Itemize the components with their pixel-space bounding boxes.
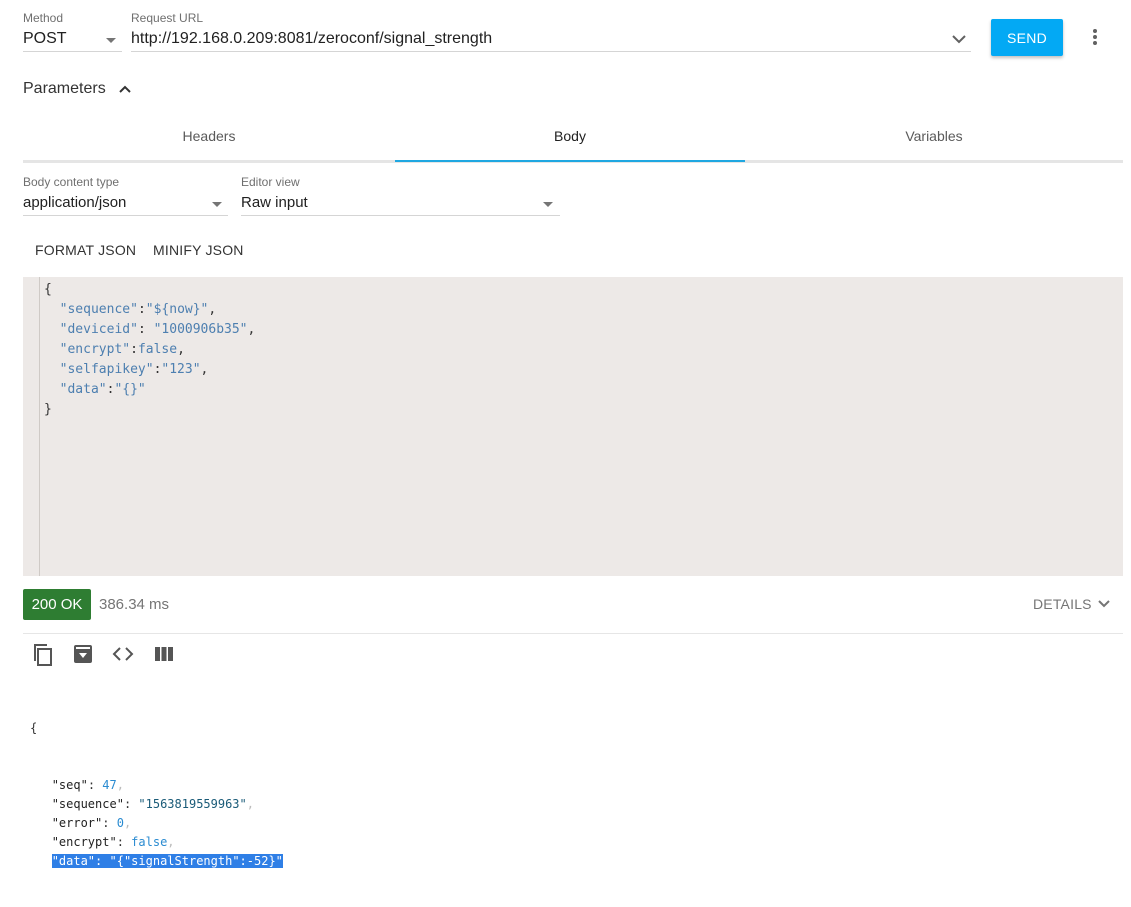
request-tabs: Headers Body Variables bbox=[23, 116, 1123, 163]
content-type-label: Body content type bbox=[23, 175, 120, 189]
parameters-toggle[interactable]: Parameters bbox=[23, 78, 132, 100]
editor-view-value: Raw input bbox=[241, 194, 308, 211]
dropdown-arrow-icon bbox=[212, 202, 222, 207]
json-key: "error" bbox=[51, 816, 103, 830]
details-label: DETAILS bbox=[1033, 596, 1092, 612]
code-view-icon[interactable] bbox=[112, 645, 134, 663]
editor-view-label: Editor view bbox=[241, 175, 300, 189]
json-value: 0 bbox=[116, 816, 124, 830]
method-label: Method bbox=[23, 11, 64, 25]
json-value: "{"signalStrength":-52}" bbox=[109, 854, 283, 868]
json-key: "data" bbox=[59, 382, 107, 397]
editor-line: "selfapikey":"123", bbox=[59, 362, 209, 377]
editor-line: { bbox=[44, 282, 52, 297]
editor-gutter bbox=[23, 277, 40, 576]
json-key: "sequence" bbox=[51, 797, 124, 811]
parameters-label: Parameters bbox=[23, 80, 106, 97]
response-line: "encrypt": false, bbox=[51, 835, 175, 849]
body-editor[interactable]: { "sequence":"${now}", "deviceid": "1000… bbox=[23, 277, 1123, 576]
send-button[interactable]: SEND bbox=[991, 19, 1063, 56]
json-value: 47 bbox=[102, 778, 117, 792]
dropdown-arrow-icon bbox=[106, 38, 116, 43]
content-type-select[interactable]: application/json bbox=[23, 191, 228, 216]
editor-line: "deviceid": "1000906b35", bbox=[59, 322, 256, 337]
editor-content[interactable]: { "sequence":"${now}", "deviceid": "1000… bbox=[44, 280, 255, 420]
json-key: "deviceid" bbox=[59, 322, 138, 337]
json-value: false bbox=[131, 835, 168, 849]
editor-line: } bbox=[44, 402, 52, 417]
save-icon[interactable] bbox=[73, 644, 93, 664]
json-value: "${now}" bbox=[145, 302, 209, 317]
response-line: "seq": 47, bbox=[51, 778, 124, 792]
json-key: "encrypt" bbox=[59, 342, 131, 357]
dropdown-arrow-icon bbox=[543, 202, 553, 207]
minify-json-button[interactable]: MINIFY JSON bbox=[153, 242, 244, 258]
json-key: "sequence" bbox=[59, 302, 138, 317]
selected-text: "data": "{"signalStrength":-52}" bbox=[51, 854, 283, 868]
more-options-icon[interactable] bbox=[1087, 27, 1103, 47]
response-time: 386.34 ms bbox=[99, 596, 170, 613]
json-key: "seq" bbox=[51, 778, 88, 792]
editor-line: "data":"{}" bbox=[59, 382, 146, 397]
editor-line: "encrypt":false, bbox=[59, 342, 185, 357]
json-key: "data" bbox=[51, 854, 96, 868]
url-label: Request URL bbox=[131, 11, 204, 25]
editor-line: "sequence":"${now}", bbox=[59, 302, 217, 317]
response-open-brace: { bbox=[30, 721, 38, 735]
format-json-button[interactable]: FORMAT JSON bbox=[35, 242, 136, 258]
json-value: "123" bbox=[161, 362, 201, 377]
response-divider bbox=[23, 633, 1123, 634]
json-value: false bbox=[137, 342, 178, 357]
chevron-up-icon bbox=[118, 85, 131, 93]
tab-variables[interactable]: Variables bbox=[745, 128, 1123, 144]
response-body[interactable]: { "seq": 47, "sequence": "1563819559963"… bbox=[30, 681, 283, 907]
details-toggle[interactable]: DETAILS bbox=[1033, 596, 1111, 612]
url-value: http://192.168.0.209:8081/zeroconf/signa… bbox=[131, 30, 493, 47]
url-history-chevron-icon[interactable] bbox=[951, 33, 967, 45]
active-tab-indicator bbox=[395, 160, 745, 162]
json-value: "1000906b35" bbox=[153, 322, 248, 337]
status-badge: 200 OK bbox=[23, 589, 91, 620]
tab-headers[interactable]: Headers bbox=[23, 128, 395, 144]
response-line: "data": "{"signalStrength":-52}" bbox=[30, 852, 283, 871]
response-line: "sequence": "1563819559963", bbox=[51, 797, 254, 811]
tab-body[interactable]: Body bbox=[395, 128, 745, 144]
json-key: "selfapikey" bbox=[59, 362, 154, 377]
url-input[interactable]: http://192.168.0.209:8081/zeroconf/signa… bbox=[131, 27, 971, 52]
method-select[interactable]: POST bbox=[23, 27, 122, 52]
columns-icon[interactable] bbox=[154, 646, 174, 662]
json-key: "encrypt" bbox=[51, 835, 117, 849]
editor-view-select[interactable]: Raw input bbox=[241, 191, 560, 216]
chevron-down-icon bbox=[1098, 600, 1110, 608]
content-type-value: application/json bbox=[23, 194, 127, 211]
method-value: POST bbox=[23, 30, 67, 47]
json-value: "1563819559963" bbox=[138, 797, 247, 811]
response-line: "error": 0, bbox=[51, 816, 132, 830]
copy-icon[interactable] bbox=[32, 643, 54, 667]
json-value: "{}" bbox=[114, 382, 146, 397]
response-lines: "seq": 47, "sequence": "1563819559963", … bbox=[30, 776, 283, 871]
